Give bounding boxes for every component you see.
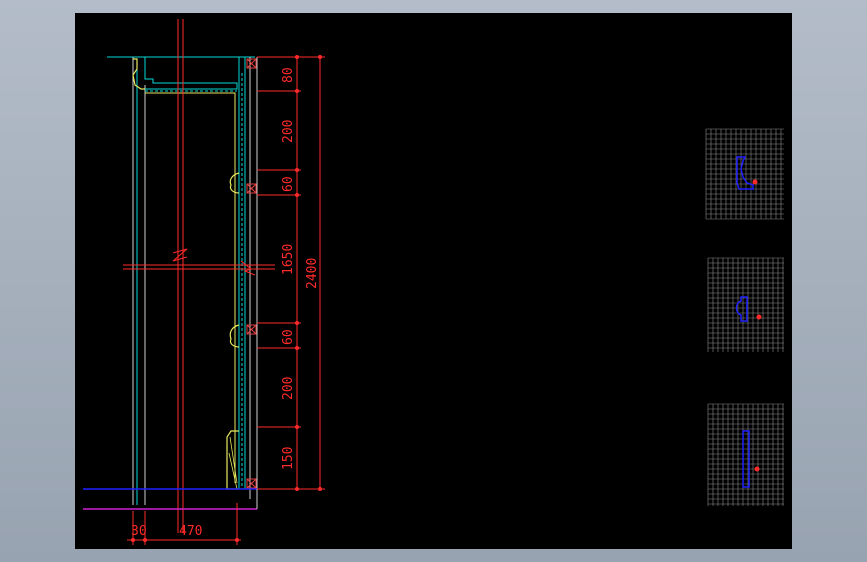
profile-thumbnails <box>705 128 784 506</box>
dim-80: 80 <box>281 67 296 83</box>
dim-200-bottom: 200 <box>281 377 296 400</box>
dim-60-top: 60 <box>281 176 296 192</box>
dim-200-top: 200 <box>281 120 296 143</box>
dim-30: 30 <box>131 524 147 539</box>
dim-60-bottom: 60 <box>281 329 296 345</box>
dim-2400-total: 2400 <box>305 258 320 289</box>
cad-drawing-canvas[interactable]: 80 200 60 1650 60 200 150 2400 30 470 <box>75 13 792 549</box>
dim-1650: 1650 <box>281 244 296 275</box>
dim-470: 470 <box>179 524 202 539</box>
thumbnail-grid-1[interactable] <box>705 128 784 220</box>
thumbnail-grid-3[interactable] <box>707 403 784 506</box>
dim-150: 150 <box>281 447 296 470</box>
vertical-dimension-chain: 80 200 60 1650 60 200 150 2400 <box>257 55 325 491</box>
wall-section <box>83 19 275 533</box>
thumbnail-grid-2[interactable] <box>707 257 784 352</box>
cad-drawing: 80 200 60 1650 60 200 150 2400 30 470 <box>83 19 784 545</box>
thumbnail-grids <box>705 128 784 506</box>
